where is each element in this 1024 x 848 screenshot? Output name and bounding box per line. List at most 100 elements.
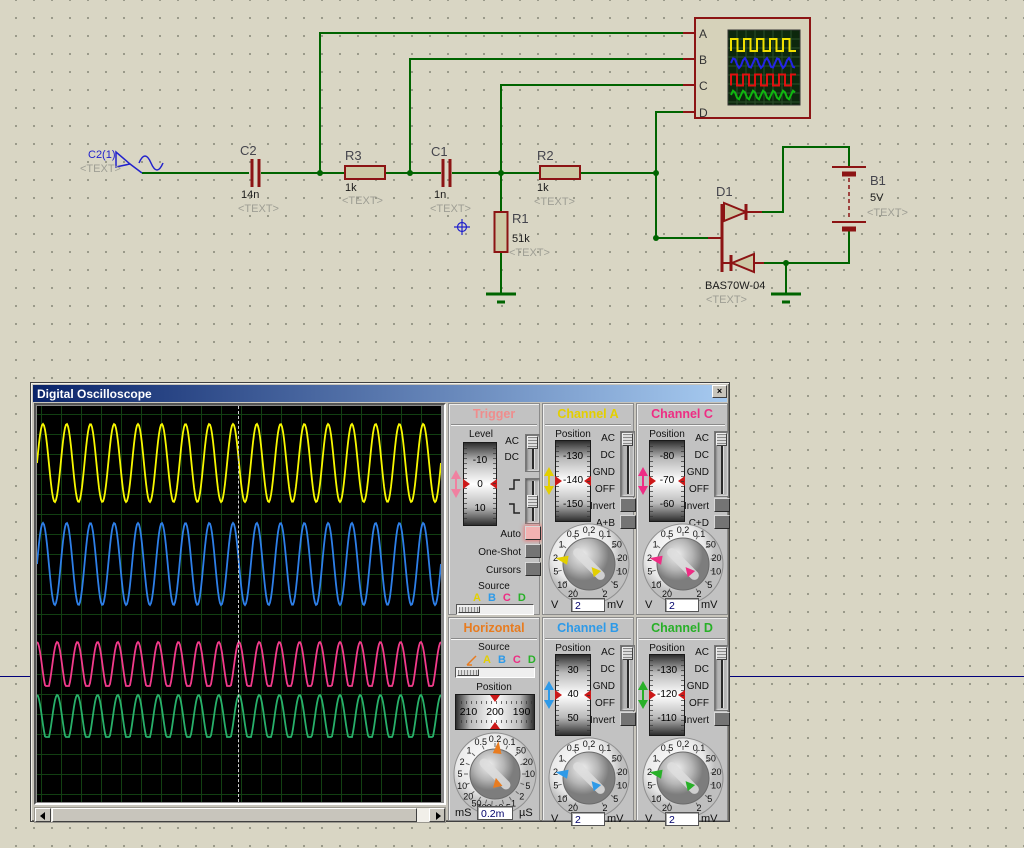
- component-r2[interactable]: R2 1k <TEXT>: [534, 148, 580, 208]
- slider-thumb[interactable]: [457, 669, 479, 676]
- source-letter-c: C: [513, 654, 521, 666]
- scroll-right-button[interactable]: [429, 808, 445, 822]
- coupling-switch[interactable]: [714, 645, 729, 711]
- cursors-button[interactable]: [525, 562, 541, 576]
- trigger-coupling-switch[interactable]: [525, 434, 540, 472]
- dial-label: 10: [557, 794, 567, 804]
- trigger-cursor-line[interactable]: [238, 406, 239, 802]
- switch-thumb[interactable]: [716, 647, 727, 660]
- horizontal-position-drum[interactable]: 210 200 190: [455, 694, 535, 730]
- display-scrollbar[interactable]: [34, 807, 446, 823]
- gain-value[interactable]: 2: [665, 812, 699, 826]
- horizontal-source-slider[interactable]: [455, 667, 535, 678]
- scroll-thumb[interactable]: [52, 808, 417, 822]
- dial-label: 1: [653, 754, 658, 764]
- origin-crosshair-icon: [454, 219, 470, 235]
- invert-button[interactable]: [714, 712, 730, 726]
- invert-button[interactable]: [620, 712, 636, 726]
- dial-label: 10: [651, 580, 661, 590]
- source-letter-b: B: [488, 592, 496, 604]
- coupling-label-off: OFF: [671, 484, 709, 495]
- gain-value[interactable]: 2: [665, 598, 699, 612]
- divider: [451, 424, 537, 426]
- coupling-label-ac: AC: [577, 647, 615, 658]
- arrow-stem: [548, 690, 550, 700]
- switch-thumb[interactable]: [716, 433, 727, 446]
- timebase-value[interactable]: 0.2m: [477, 806, 513, 820]
- invert-button[interactable]: [714, 498, 730, 512]
- invert-label: Invert: [671, 715, 709, 726]
- auto-button[interactable]: [525, 526, 541, 540]
- trigger-edge-switch[interactable]: [525, 478, 540, 524]
- scope-display[interactable]: [37, 406, 441, 802]
- channel-title: Channel C: [637, 407, 727, 421]
- invert-button[interactable]: [620, 498, 636, 512]
- dial-label: 0.2: [677, 739, 690, 749]
- dial-label: 2: [460, 757, 465, 767]
- switch-thumb[interactable]: [622, 647, 633, 660]
- dial-label: 0.1: [693, 529, 706, 539]
- component-b1[interactable]: B1 5V <TEXT>: [832, 167, 908, 229]
- coupling-switch[interactable]: [620, 645, 635, 711]
- component-c2[interactable]: C2 14n <TEXT>: [238, 143, 279, 215]
- close-button[interactable]: ×: [712, 385, 727, 398]
- position-adjust-arrows-icon[interactable]: [637, 467, 649, 495]
- b1-value: 5V: [870, 192, 884, 204]
- gain-value[interactable]: 2: [571, 812, 605, 826]
- component-d1[interactable]: D1 BAS70W-04 <TEXT>: [705, 184, 765, 306]
- position-adjust-arrows-icon[interactable]: [543, 681, 555, 709]
- component-r3[interactable]: R3 1k <TEXT>: [342, 148, 385, 207]
- coupling-label-off: OFF: [577, 698, 615, 709]
- down-arrow-icon: [451, 489, 461, 498]
- dial-label: 0.5: [661, 529, 674, 539]
- signal-source[interactable]: C2(1) <TEXT>: [80, 149, 163, 175]
- arrow-stem: [548, 476, 550, 486]
- source-label: Source: [449, 642, 539, 653]
- source-ref-label: C2(1): [88, 149, 116, 161]
- dial-label: 2: [519, 792, 524, 802]
- level-adjust-arrows-icon[interactable]: [450, 470, 462, 498]
- trigger-source-slider[interactable]: [456, 604, 534, 615]
- component-r1[interactable]: R1 51k <TEXT>: [495, 211, 550, 259]
- dial-label: 5: [647, 567, 652, 577]
- source-letter-a: A: [473, 592, 481, 604]
- position-adjust-arrows-icon[interactable]: [543, 467, 555, 495]
- invert-label: Invert: [671, 501, 709, 512]
- position-adjust-arrows-icon[interactable]: [637, 681, 649, 709]
- channel-a-panel: Channel APosition-130-140-150ACDCGNDOFFI…: [542, 403, 634, 615]
- coupling-switch[interactable]: [620, 431, 635, 497]
- coupling-switch[interactable]: [714, 431, 729, 497]
- dial-label: 20: [711, 553, 721, 563]
- invert-label: Invert: [577, 501, 615, 512]
- auto-label: Auto: [467, 529, 521, 540]
- source-letter-c: C: [503, 592, 511, 604]
- dial-label: 10: [617, 567, 627, 577]
- dial-label: 10: [457, 781, 467, 791]
- r1-ref: R1: [512, 211, 529, 226]
- dial-label: 1: [559, 754, 564, 764]
- dial-label: 0.1: [503, 737, 516, 747]
- dial-label: 0.5: [567, 529, 580, 539]
- oscilloscope-component[interactable]: A B C D: [683, 18, 810, 120]
- component-c1[interactable]: C1 1n <TEXT>: [430, 144, 471, 215]
- dial-label: 5: [553, 567, 558, 577]
- unit-mv: mV: [701, 813, 718, 825]
- unit-v: V: [645, 813, 652, 825]
- dial-label: 10: [525, 769, 535, 779]
- switch-thumb[interactable]: [622, 433, 633, 446]
- switch-thumb[interactable]: [527, 436, 538, 449]
- switch-thumb[interactable]: [527, 495, 538, 508]
- falling-edge-icon: [508, 502, 521, 515]
- dial-label: 50: [706, 540, 716, 550]
- r2-text-placeholder: <TEXT>: [534, 196, 575, 208]
- slider-thumb[interactable]: [458, 606, 480, 613]
- cursors-label: Cursors: [467, 565, 521, 576]
- window-titlebar[interactable]: Digital Oscilloscope: [33, 385, 727, 402]
- dial-label: 0.5: [567, 743, 580, 753]
- coupling-label-dc: DC: [577, 664, 615, 675]
- scroll-left-button[interactable]: [35, 808, 51, 822]
- dial-label: 5: [553, 781, 558, 791]
- one-shot-button[interactable]: [525, 544, 541, 558]
- gain-value[interactable]: 2: [571, 598, 605, 612]
- r3-ref: R3: [345, 148, 362, 163]
